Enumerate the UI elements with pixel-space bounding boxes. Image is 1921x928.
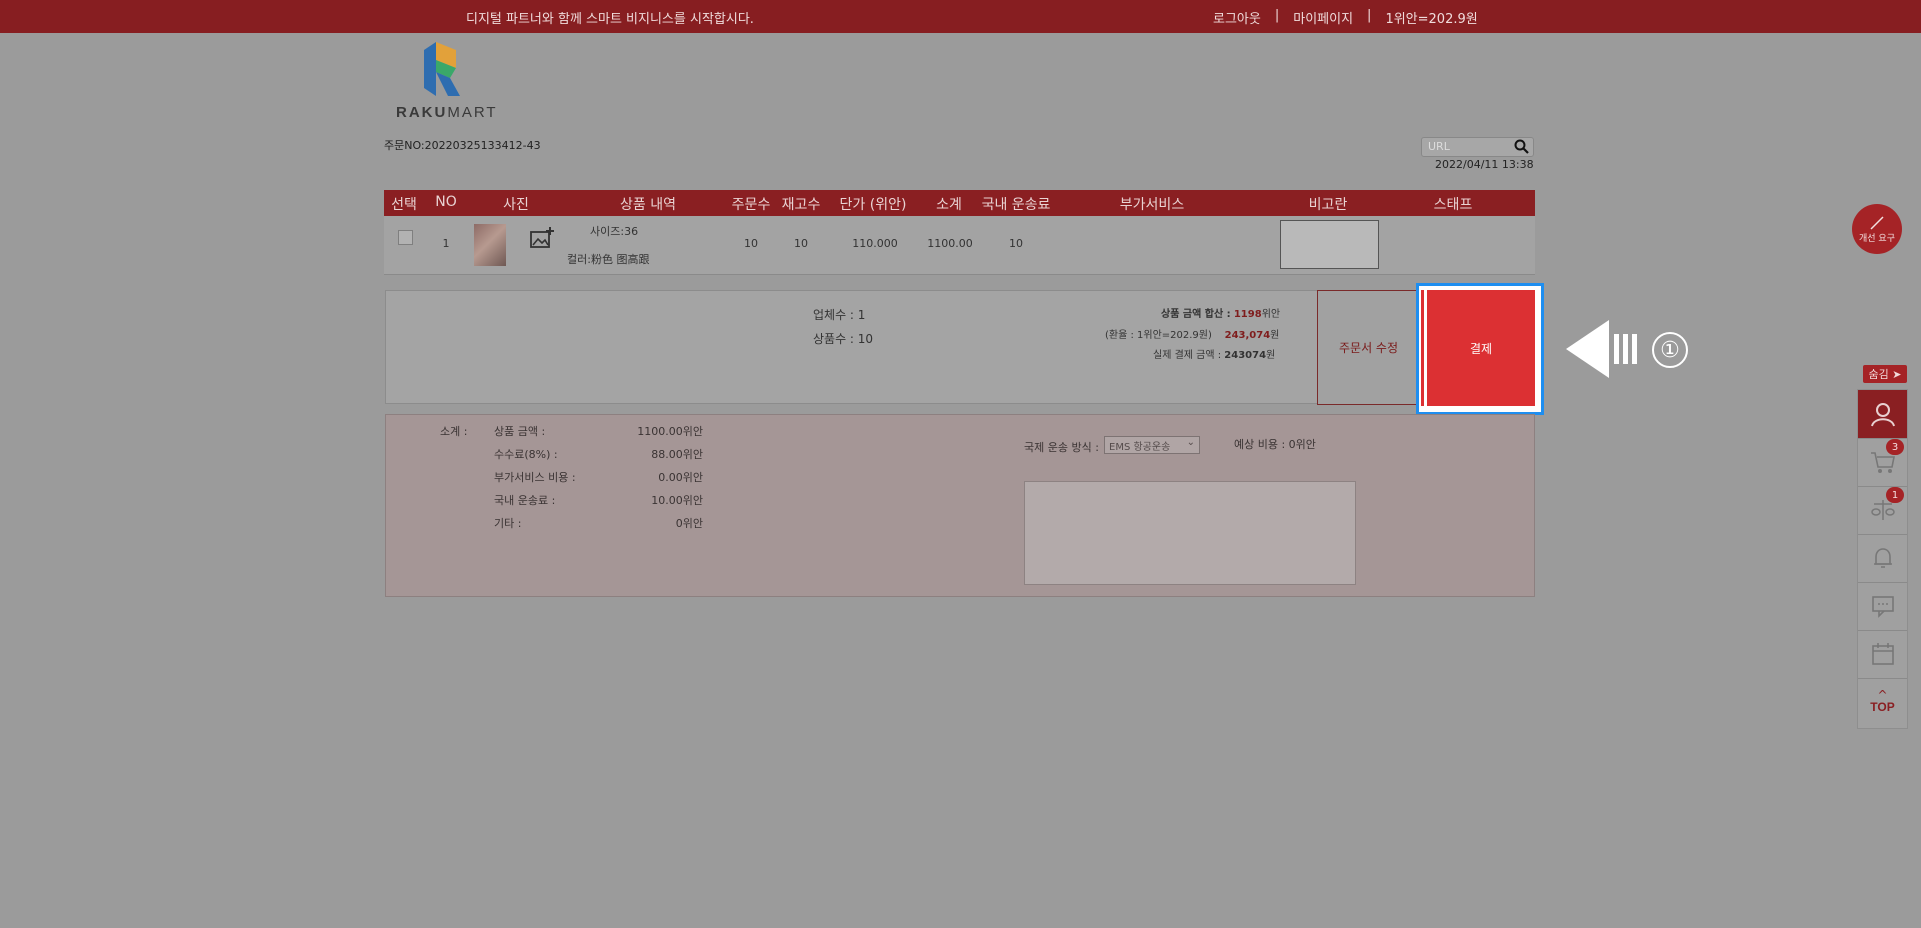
product-color: 컬러:粉色 图高跟 <box>567 253 650 266</box>
memo-textarea[interactable] <box>1024 481 1356 585</box>
intl-shipping-label: 국제 운송 방식 : <box>1024 441 1099 454</box>
col-unit-price: 단가 (위안) <box>839 197 907 213</box>
top-label: TOP <box>1870 700 1895 714</box>
url-search-input[interactable]: URL <box>1421 137 1534 157</box>
right-sidebar: 3 1 ^ TOP <box>1857 389 1908 729</box>
order-datetime: 2022/04/11 13:38 <box>1435 158 1534 171</box>
pay-button[interactable]: 결제 <box>1421 290 1535 406</box>
stock-qty: 10 <box>794 237 808 250</box>
other-value: 0위안 <box>675 517 703 530</box>
intl-shipping-select[interactable]: EMS 항공운송 ⌄ <box>1104 436 1200 454</box>
divider: | <box>1367 8 1372 23</box>
actual-payment: 실제 결제 금액 : 243074원 <box>1153 350 1276 361</box>
table-row: 1 사이즈:36 컬러:粉色 图高跟 10 10 110.000 1100.00… <box>384 216 1535 275</box>
step-number: ① <box>1652 332 1688 368</box>
pencil-icon <box>1870 215 1884 230</box>
wishlist-button[interactable]: 1 <box>1858 486 1907 535</box>
order-number: 주문NO:20220325133412-43 <box>384 139 541 152</box>
arrow-right-icon: ➤ <box>1892 367 1902 381</box>
service-label: 부가서비스 비용 : <box>494 471 576 484</box>
other-label: 기타 : <box>494 517 522 530</box>
cost-label: 상품 금액 : <box>494 425 546 438</box>
mypage-link[interactable]: 마이페이지 <box>1293 8 1353 27</box>
cart-button[interactable]: 3 <box>1858 438 1907 487</box>
vendor-count: 업체수 : 1 <box>813 308 866 322</box>
user-menu[interactable] <box>1858 390 1907 439</box>
domestic-shipping: 10 <box>1009 237 1023 250</box>
bell-icon <box>1873 548 1892 568</box>
chevron-down-icon: ⌄ <box>1186 437 1195 448</box>
divider: | <box>1274 8 1280 23</box>
table-header: 선택 NO 사진 상품 내역 주문수 재고수 단가 (위안) 소계 국내 운송료… <box>384 190 1535 216</box>
col-domestic-shipping: 국내 운송료 <box>981 197 1051 213</box>
rakumart-logo[interactable]: RAKUMART <box>394 38 524 122</box>
product-size: 사이즈:36 <box>590 225 639 238</box>
product-thumbnail[interactable] <box>474 224 506 266</box>
service-value: 0.00위안 <box>658 471 703 484</box>
feedback-button[interactable]: 개선 요구 <box>1852 204 1902 254</box>
cart-count-badge: 3 <box>1886 439 1904 455</box>
logo-text: RAKUMART <box>396 104 498 121</box>
col-staff: 스태프 <box>1433 197 1473 213</box>
col-order-qty: 주문수 <box>731 197 771 213</box>
estimate-cost: 예상 비용 : 0위안 <box>1234 438 1316 451</box>
exchange-rate: 1위안=202.9원 <box>1385 12 1478 27</box>
col-subtotal: 소계 <box>936 197 962 213</box>
col-detail: 상품 내역 <box>620 197 676 213</box>
converted-amount: (환율 : 1위안=202.9원) 243,074원 <box>1105 330 1280 341</box>
chat-icon <box>1871 596 1894 618</box>
top-bar: 디지털 파트너와 함께 스마트 비지니스를 시작합시다. 로그아웃 | 마이페이… <box>0 0 1921 33</box>
edit-order-button[interactable]: 주문서 수정 <box>1317 290 1420 405</box>
top-links: 로그아웃 | 마이페이지 | 1위안=202.9원 <box>1213 8 1478 27</box>
slogan: 디지털 파트너와 함께 스마트 비지니스를 시작합시다. <box>466 12 754 27</box>
row-checkbox[interactable] <box>398 230 413 245</box>
hide-sidebar-button[interactable]: 숨김 ➤ <box>1863 365 1907 383</box>
item-count: 상품수 : 10 <box>813 332 874 346</box>
fee-value: 88.00위안 <box>651 448 703 461</box>
order-qty: 10 <box>744 237 758 250</box>
unit-price: 110.000 <box>852 237 898 250</box>
notification-button[interactable] <box>1858 534 1907 583</box>
remark-input[interactable] <box>1280 220 1379 269</box>
wishlist-count-badge: 1 <box>1886 487 1904 503</box>
chevron-up-icon: ^ <box>1877 688 1888 702</box>
chat-button[interactable] <box>1858 582 1907 631</box>
col-remark: 비고란 <box>1308 197 1348 213</box>
cost-value: 1100.00위안 <box>637 425 703 438</box>
col-stock-qty: 재고수 <box>781 197 821 213</box>
row-no: 1 <box>442 237 450 250</box>
scroll-top-button[interactable]: ^ TOP <box>1858 678 1907 726</box>
logout-link[interactable]: 로그아웃 <box>1213 8 1261 27</box>
feedback-label: 개선 요구 <box>1859 233 1895 244</box>
col-extra-service: 부가서비스 <box>1119 197 1185 213</box>
calendar-icon <box>1871 643 1894 665</box>
col-photo: 사진 <box>503 197 529 213</box>
row-subtotal: 1100.00 <box>927 237 973 250</box>
pointer-arrow-icon <box>1566 320 1637 378</box>
domestic-label: 국내 운송료 : <box>494 494 556 507</box>
col-select: 선택 <box>391 197 417 213</box>
col-no: NO <box>435 194 457 210</box>
fee-label: 수수료(8%) : <box>494 448 558 461</box>
subtotal-label: 소계 : <box>440 425 468 438</box>
search-icon[interactable] <box>1514 139 1529 157</box>
add-image-icon[interactable] <box>529 226 555 253</box>
domestic-value: 10.00위안 <box>651 494 703 507</box>
cost-detail-panel: 소계 : 상품 금액 : 1100.00위안 수수료(8%) : 88.00위안… <box>385 414 1535 597</box>
user-icon <box>1870 403 1895 427</box>
calendar-button[interactable] <box>1858 630 1907 679</box>
total-amount: 상품 금액 합산 : 1198위안 <box>1161 309 1281 320</box>
logo-mark-icon <box>424 42 460 96</box>
